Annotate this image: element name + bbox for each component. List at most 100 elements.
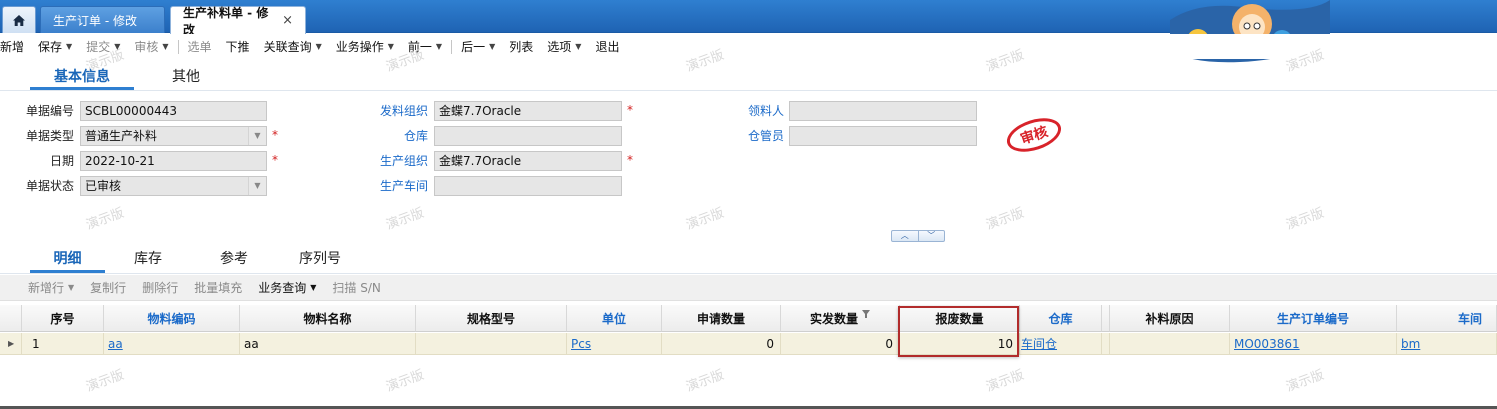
- picker-label[interactable]: 领料人: [720, 101, 784, 121]
- toolbar-button-6[interactable]: 关联查询 ▼: [257, 34, 329, 59]
- bill-no-field[interactable]: SCBL00000443: [80, 101, 267, 121]
- watermark: 演示版: [84, 205, 127, 234]
- bill-type-select[interactable]: 普通生产补料 ▼: [80, 126, 267, 146]
- issue-org-field[interactable]: 金蝶7.7Oracle: [434, 101, 622, 121]
- toolbar-button-10[interactable]: 列表: [502, 34, 540, 59]
- toolbar-button-12[interactable]: 退出: [588, 34, 626, 59]
- col-material-code[interactable]: 物料编码: [104, 305, 240, 332]
- cell-reason[interactable]: [1110, 333, 1230, 355]
- keeper-field[interactable]: [789, 126, 977, 146]
- collapse-toggle[interactable]: ︿ ﹀: [891, 230, 945, 242]
- picker-field[interactable]: [789, 101, 977, 121]
- toolbar-button-9[interactable]: 后一 ▼: [454, 34, 502, 59]
- caret-down-icon[interactable]: ▼: [575, 42, 581, 51]
- tab-serial[interactable]: 序列号: [277, 249, 363, 273]
- col-reason[interactable]: 补料原因: [1110, 305, 1230, 332]
- issue-org-label[interactable]: 发料组织: [360, 101, 428, 121]
- col-warehouse[interactable]: 仓库: [1020, 305, 1102, 332]
- toolbar-button-4[interactable]: 选单: [181, 34, 219, 59]
- caret-down-icon[interactable]: ▼: [388, 42, 394, 51]
- chevron-down-icon[interactable]: ﹀: [919, 231, 945, 241]
- toolbar-button-8[interactable]: 前一 ▼: [401, 34, 449, 59]
- chevron-down-icon[interactable]: ▼: [248, 127, 266, 145]
- col-spec[interactable]: 规格型号: [416, 305, 567, 332]
- col-seq[interactable]: 序号: [22, 305, 104, 332]
- toolbar-button-7[interactable]: 业务操作 ▼: [329, 34, 401, 59]
- toolbar-button-5[interactable]: 下推: [219, 34, 257, 59]
- toolbar-button-label: 退出: [595, 40, 620, 54]
- cell-material-code[interactable]: aa: [104, 333, 240, 355]
- cell-actual-qty[interactable]: 0: [781, 333, 900, 355]
- toolbar-separator: [451, 39, 453, 54]
- cell-workshop[interactable]: bm: [1397, 333, 1497, 355]
- toolbar-button-3[interactable]: 审核 ▼: [127, 34, 175, 59]
- date-field[interactable]: 2022-10-21: [80, 151, 267, 171]
- caret-down-icon[interactable]: ▼: [114, 42, 120, 51]
- col-apply-qty[interactable]: 申请数量: [662, 305, 781, 332]
- detail-toolbar-button-0[interactable]: 新增行 ▼: [0, 279, 82, 296]
- chevron-up-icon[interactable]: ︿: [892, 231, 919, 241]
- detail-toolbar-label: 批量填充: [194, 281, 243, 295]
- status-select[interactable]: 已审核 ▼: [80, 176, 267, 196]
- toolbar-separator: [177, 39, 179, 54]
- toolbar-button-label: 下推: [225, 40, 250, 54]
- cell-unit[interactable]: Pcs: [567, 333, 662, 355]
- detail-toolbar-label: 扫描 S/N: [332, 281, 381, 295]
- watermark: 演示版: [384, 205, 427, 234]
- prod-org-label[interactable]: 生产组织: [360, 151, 428, 171]
- caret-down-icon[interactable]: ▼: [66, 42, 72, 51]
- workshop-field[interactable]: [434, 176, 622, 196]
- approved-stamp: 审核: [1002, 112, 1066, 158]
- cell-mo-no[interactable]: MO003861: [1230, 333, 1397, 355]
- cell-material-name[interactable]: aa: [240, 333, 416, 355]
- row-pointer-icon[interactable]: ▶: [0, 333, 22, 355]
- toolbar-button-0[interactable]: 新增: [0, 34, 31, 59]
- caret-down-icon[interactable]: ▼: [436, 42, 442, 51]
- caret-down-icon[interactable]: ▼: [68, 283, 74, 292]
- toolbar-button-1[interactable]: 保存 ▼: [31, 34, 79, 59]
- col-actual-qty[interactable]: 实发数量: [781, 305, 900, 332]
- cell-apply-qty[interactable]: 0: [662, 333, 781, 355]
- detail-toolbar-button-4[interactable]: 业务查询 ▼: [250, 279, 324, 296]
- home-tab[interactable]: [2, 6, 36, 33]
- col-workshop[interactable]: 车间: [1397, 305, 1497, 332]
- tab-reference[interactable]: 参考: [191, 249, 277, 273]
- filter-icon[interactable]: [862, 310, 870, 318]
- detail-toolbar-button-1[interactable]: 复制行: [82, 279, 134, 296]
- cell-spec[interactable]: [416, 333, 567, 355]
- toolbar-button-11[interactable]: 选项 ▼: [540, 34, 588, 59]
- tab-production-order[interactable]: 生产订单 - 修改: [40, 6, 165, 33]
- caret-down-icon[interactable]: ▼: [316, 42, 322, 51]
- detail-toolbar-button-2[interactable]: 删除行: [134, 279, 186, 296]
- required-mark: *: [272, 153, 278, 167]
- detail-toolbar-button-3[interactable]: 批量填充: [186, 279, 250, 296]
- watermark: 演示版: [1284, 367, 1327, 396]
- detail-toolbar-label: 删除行: [142, 281, 179, 295]
- tab-other[interactable]: 其他: [134, 66, 238, 90]
- chevron-down-icon[interactable]: ▼: [248, 177, 266, 195]
- date-label: 日期: [49, 154, 74, 168]
- toolbar-button-2[interactable]: 提交 ▼: [79, 34, 127, 59]
- cell-warehouse[interactable]: 车间仓: [1020, 333, 1102, 355]
- workshop-label[interactable]: 生产车间: [360, 176, 428, 196]
- tab-detail[interactable]: 明细: [30, 249, 105, 273]
- caret-down-icon[interactable]: ▼: [310, 283, 316, 292]
- close-icon[interactable]: ×: [282, 13, 293, 28]
- tab-inventory[interactable]: 库存: [105, 249, 191, 273]
- warehouse-field[interactable]: [434, 126, 622, 146]
- col-unit[interactable]: 单位: [567, 305, 662, 332]
- toolbar-button-label: 提交: [86, 40, 111, 54]
- tab-material-supplement[interactable]: 生产补料单 - 修改 ×: [170, 6, 306, 37]
- required-mark: *: [627, 153, 633, 167]
- prod-org-field[interactable]: 金蝶7.7Oracle: [434, 151, 622, 171]
- toolbar-button-label: 新增: [0, 40, 25, 54]
- tab-basic-info[interactable]: 基本信息: [30, 66, 134, 90]
- col-mo-no[interactable]: 生产订单编号: [1230, 305, 1397, 332]
- detail-toolbar-button-5[interactable]: 扫描 S/N: [324, 279, 388, 296]
- warehouse-label[interactable]: 仓库: [360, 126, 428, 146]
- caret-down-icon[interactable]: ▼: [162, 42, 168, 51]
- col-material-name[interactable]: 物料名称: [240, 305, 416, 332]
- toolbar-button-label: 列表: [509, 40, 534, 54]
- keeper-label[interactable]: 仓管员: [720, 126, 784, 146]
- caret-down-icon[interactable]: ▼: [489, 42, 495, 51]
